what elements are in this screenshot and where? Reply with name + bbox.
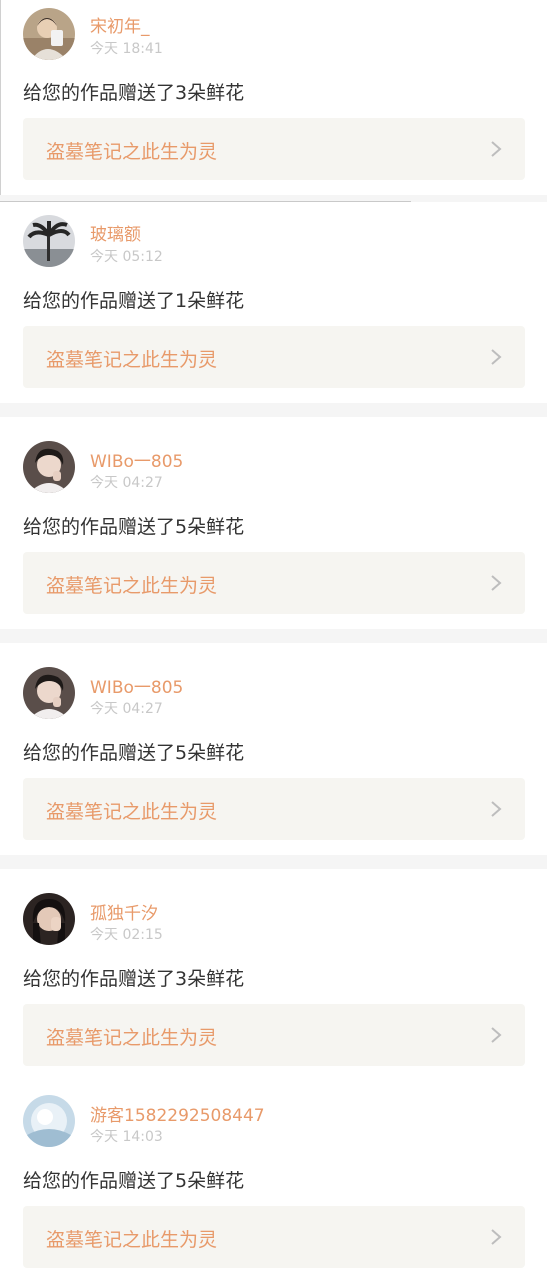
chevron-right-icon <box>491 1229 502 1245</box>
chevron-right-icon <box>491 575 502 591</box>
timestamp: 今天 04:27 <box>90 701 163 717</box>
username[interactable]: 宋初年_ <box>90 12 150 37</box>
username[interactable]: 孤独千汐 <box>90 899 158 924</box>
gift-message: 给您的作品赠送了5朵鲜花 <box>23 1170 245 1192</box>
gift-notification-item: WIBo一805 今天 04:27 给您的作品赠送了5朵鲜花 盗墓笔记之此生为灵 <box>0 643 547 855</box>
username[interactable]: 游客1582292508447 <box>90 1101 265 1126</box>
gift-message: 给您的作品赠送了1朵鲜花 <box>23 290 245 312</box>
avatar-girl-hand-icon <box>23 893 75 945</box>
timestamp: 今天 05:12 <box>90 249 163 265</box>
user-avatar[interactable] <box>23 215 75 267</box>
gift-message: 给您的作品赠送了5朵鲜花 <box>23 516 245 538</box>
timestamp: 今天 02:15 <box>90 927 163 943</box>
chevron-right-icon <box>491 801 502 817</box>
gift-notification-item: 孤独千汐 今天 02:15 给您的作品赠送了3朵鲜花 盗墓笔记之此生为灵 <box>0 869 547 1079</box>
section-divider <box>0 629 547 643</box>
gift-message: 给您的作品赠送了3朵鲜花 <box>23 968 245 990</box>
avatar-default-guest-icon <box>23 1095 75 1147</box>
gift-notification-item: WIBo一805 今天 04:27 给您的作品赠送了5朵鲜花 盗墓笔记之此生为灵 <box>0 417 547 629</box>
chevron-right-icon <box>491 141 502 157</box>
gift-notification-item: 游客1582292508447 今天 14:03 给您的作品赠送了5朵鲜花 盗墓… <box>0 1079 547 1280</box>
section-divider <box>0 855 547 869</box>
work-link-card[interactable]: 盗墓笔记之此生为灵 <box>23 552 525 614</box>
left-edge-line <box>0 0 1 195</box>
work-link-card[interactable]: 盗墓笔记之此生为灵 <box>23 326 525 388</box>
user-avatar[interactable] <box>23 667 75 719</box>
work-title: 盗墓笔记之此生为灵 <box>46 349 218 371</box>
username[interactable]: WIBo一805 <box>90 447 183 472</box>
user-avatar[interactable] <box>23 893 75 945</box>
timestamp: 今天 18:41 <box>90 41 163 57</box>
work-link-card[interactable]: 盗墓笔记之此生为灵 <box>23 118 525 180</box>
user-avatar[interactable] <box>23 8 75 60</box>
gift-notification-item: 宋初年_ 今天 18:41 给您的作品赠送了3朵鲜花 盗墓笔记之此生为灵 <box>0 0 547 195</box>
gift-notification-item: 玻璃额 今天 05:12 给您的作品赠送了1朵鲜花 盗墓笔记之此生为灵 <box>0 202 547 403</box>
user-avatar[interactable] <box>23 441 75 493</box>
gift-message: 给您的作品赠送了5朵鲜花 <box>23 742 245 764</box>
work-link-card[interactable]: 盗墓笔记之此生为灵 <box>23 1206 525 1268</box>
timestamp: 今天 14:03 <box>90 1129 163 1145</box>
work-link-card[interactable]: 盗墓笔记之此生为灵 <box>23 1004 525 1066</box>
work-title: 盗墓笔记之此生为灵 <box>46 801 218 823</box>
timestamp: 今天 04:27 <box>90 475 163 491</box>
work-title: 盗墓笔记之此生为灵 <box>46 575 218 597</box>
avatar-young-man-icon <box>23 667 75 719</box>
work-title: 盗墓笔记之此生为灵 <box>46 1027 218 1049</box>
gift-message: 给您的作品赠送了3朵鲜花 <box>23 82 245 104</box>
work-link-card[interactable]: 盗墓笔记之此生为灵 <box>23 778 525 840</box>
avatar-young-man-icon <box>23 441 75 493</box>
user-avatar[interactable] <box>23 1095 75 1147</box>
chevron-right-icon <box>491 1027 502 1043</box>
avatar-person-phone-icon <box>23 8 75 60</box>
username[interactable]: WIBo一805 <box>90 673 183 698</box>
username[interactable]: 玻璃额 <box>90 220 141 245</box>
work-title: 盗墓笔记之此生为灵 <box>46 1229 218 1251</box>
chevron-right-icon <box>491 349 502 365</box>
section-divider <box>0 403 547 417</box>
avatar-palm-tree-icon <box>23 215 75 267</box>
work-title: 盗墓笔记之此生为灵 <box>46 141 218 163</box>
